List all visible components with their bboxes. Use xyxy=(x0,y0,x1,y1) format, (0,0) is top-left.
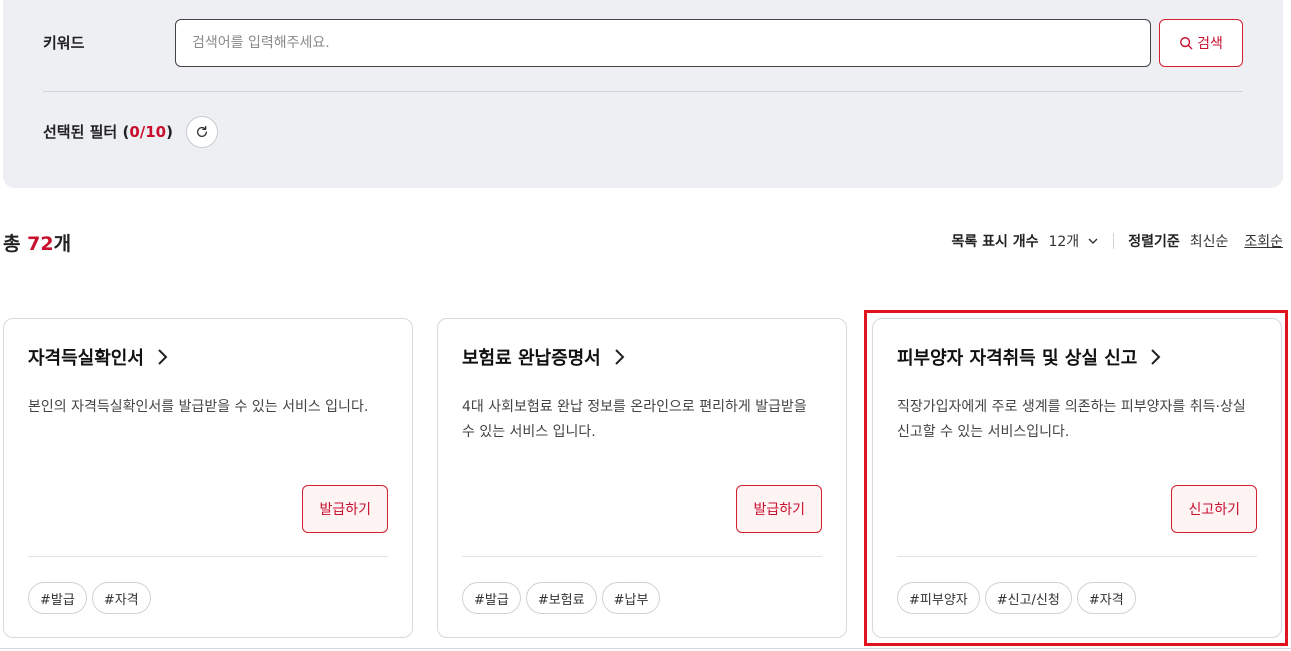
search-button[interactable]: 검색 xyxy=(1159,19,1243,67)
service-card: 보험료 완납증명서 4대 사회보험료 완납 정보를 온라인으로 편리하게 발급받… xyxy=(437,318,847,638)
service-card: 자격득실확인서 본인의 자격득실확인서를 발급받을 수 있는 서비스 입니다. … xyxy=(3,318,413,638)
card-title-link[interactable]: 자격득실확인서 xyxy=(28,344,168,370)
page-size-select[interactable]: 12개 xyxy=(1048,231,1099,251)
selected-filter-label: 선택된 필터 (0/10) xyxy=(43,121,173,142)
selected-filter-count: 0/10 xyxy=(129,123,167,141)
search-icon xyxy=(1180,37,1193,50)
total-suffix: 개 xyxy=(53,233,72,255)
page-size-value: 12개 xyxy=(1048,234,1080,250)
total-number: 72 xyxy=(27,233,54,255)
card-tags: #피부양자 #신고/신청 #자격 xyxy=(897,582,1136,614)
tag[interactable]: #자격 xyxy=(1076,582,1136,614)
total-count: 총 72개 xyxy=(3,229,71,256)
report-button[interactable]: 신고하기 xyxy=(1171,485,1257,533)
search-input[interactable] xyxy=(175,19,1151,67)
sort-views[interactable]: 조회순 xyxy=(1244,231,1283,251)
keyword-label: 키워드 xyxy=(43,34,85,52)
card-tags: #발급 #보험료 #납부 xyxy=(462,582,661,614)
tag[interactable]: #납부 xyxy=(601,582,661,614)
card-tags: #발급 #자격 xyxy=(28,582,151,614)
selected-filter-prefix: 선택된 필터 ( xyxy=(43,123,130,141)
filter-divider xyxy=(43,91,1243,92)
card-title: 자격득실확인서 xyxy=(28,348,144,369)
card-description: 직장가입자에게 주로 생계를 의존하는 피부양자를 취득·상실 신고할 수 있는… xyxy=(897,399,1246,440)
tag[interactable]: #발급 xyxy=(462,582,521,614)
refresh-icon xyxy=(196,125,208,137)
bottom-divider xyxy=(0,648,1291,649)
card-description: 본인의 자격득실확인서를 발급받을 수 있는 서비스 입니다. xyxy=(28,399,369,415)
list-controls: 목록 표시 개수 12개 정렬기준 최신순 조회순 xyxy=(951,231,1283,251)
issue-button[interactable]: 발급하기 xyxy=(736,485,822,533)
chevron-down-icon xyxy=(1088,238,1098,244)
sort-latest[interactable]: 최신순 xyxy=(1190,231,1229,251)
tag[interactable]: #자격 xyxy=(91,582,151,614)
chevron-right-icon xyxy=(615,349,625,365)
service-card: 피부양자 자격취득 및 상실 신고 직장가입자에게 주로 생계를 의존하는 피부… xyxy=(872,318,1282,638)
reset-filters-button[interactable] xyxy=(186,116,218,148)
card-description: 4대 사회보험료 완납 정보를 온라인으로 편리하게 발급받을 수 있는 서비스… xyxy=(462,399,807,440)
card-divider xyxy=(897,556,1257,557)
card-divider xyxy=(462,556,822,557)
card-title-link[interactable]: 피부양자 자격취득 및 상실 신고 xyxy=(897,344,1161,370)
card-title: 보험료 완납증명서 xyxy=(462,348,601,369)
page-size-label: 목록 표시 개수 xyxy=(951,234,1039,250)
chevron-right-icon xyxy=(1151,349,1161,365)
card-divider xyxy=(28,556,388,557)
tag[interactable]: #피부양자 xyxy=(897,582,980,614)
issue-button[interactable]: 발급하기 xyxy=(302,485,388,533)
filter-panel: 키워드 검색 선택된 필터 (0/10) xyxy=(3,0,1283,188)
tag[interactable]: #발급 xyxy=(28,582,87,614)
sort-label: 정렬기준 xyxy=(1128,234,1180,250)
card-title: 피부양자 자격취득 및 상실 신고 xyxy=(897,348,1138,369)
card-title-link[interactable]: 보험료 완납증명서 xyxy=(462,344,625,370)
search-button-label: 검색 xyxy=(1197,36,1223,52)
controls-separator xyxy=(1113,233,1115,249)
tag[interactable]: #신고/신청 xyxy=(984,582,1072,614)
total-prefix: 총 xyxy=(3,233,28,255)
tag[interactable]: #보험료 xyxy=(525,582,597,614)
selected-filter-suffix: ) xyxy=(166,123,173,141)
chevron-right-icon xyxy=(158,349,168,365)
